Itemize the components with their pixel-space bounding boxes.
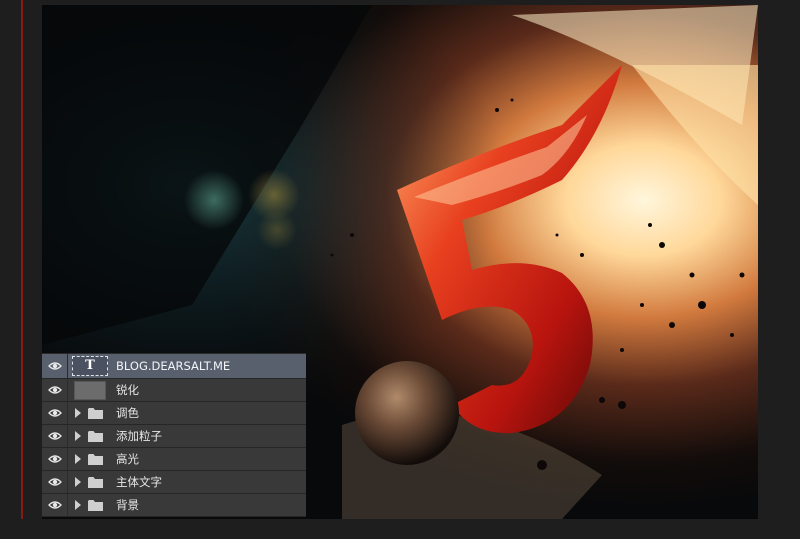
triangle-right-icon[interactable] — [75, 431, 81, 441]
row-divider — [67, 471, 68, 493]
eye-icon[interactable] — [48, 452, 62, 466]
eye-icon[interactable] — [48, 383, 62, 397]
text-layer-thumbnail: T — [72, 356, 108, 376]
folder-icon — [88, 408, 103, 419]
layer-name[interactable]: 锐化 — [116, 379, 139, 401]
row-divider — [67, 448, 68, 470]
layer-row-sharpen[interactable]: 锐化 — [42, 379, 306, 402]
folder-icon — [88, 500, 103, 511]
folder-icon — [88, 431, 103, 442]
row-divider — [67, 402, 68, 424]
eye-icon[interactable] — [48, 359, 62, 373]
layer-group-main-text[interactable]: 主体文字 — [42, 471, 306, 494]
triangle-right-icon[interactable] — [75, 477, 81, 487]
layer-group-background[interactable]: 背景 — [42, 494, 306, 517]
row-divider — [67, 354, 68, 378]
layer-name[interactable]: 背景 — [116, 494, 139, 516]
eye-icon[interactable] — [48, 475, 62, 489]
layer-group-color-grading[interactable]: 调色 — [42, 402, 306, 425]
planet — [355, 361, 459, 465]
row-divider — [67, 425, 68, 447]
eye-icon[interactable] — [48, 406, 62, 420]
layers-panel: T BLOG.DEARSALT.ME 锐化 调色 添加粒子 高光 主体文字 背景 — [42, 353, 306, 517]
layer-name[interactable]: BLOG.DEARSALT.ME — [116, 354, 230, 378]
layer-group-highlights[interactable]: 高光 — [42, 448, 306, 471]
triangle-right-icon[interactable] — [75, 408, 81, 418]
row-divider — [67, 379, 68, 401]
layer-group-add-particles[interactable]: 添加粒子 — [42, 425, 306, 448]
folder-icon — [88, 477, 103, 488]
layer-name[interactable]: 主体文字 — [116, 471, 162, 493]
triangle-right-icon[interactable] — [75, 500, 81, 510]
eye-icon[interactable] — [48, 498, 62, 512]
eye-icon[interactable] — [48, 429, 62, 443]
layer-name[interactable]: 调色 — [116, 402, 139, 424]
layer-row-blog-dearsalt-me[interactable]: T BLOG.DEARSALT.ME — [42, 354, 306, 379]
folder-icon — [88, 454, 103, 465]
layer-name[interactable]: 高光 — [116, 448, 139, 470]
triangle-right-icon[interactable] — [75, 454, 81, 464]
row-divider — [67, 494, 68, 516]
pixel-layer-thumbnail — [74, 381, 106, 400]
window-edge-rule — [21, 0, 23, 519]
layer-name[interactable]: 添加粒子 — [116, 425, 162, 447]
